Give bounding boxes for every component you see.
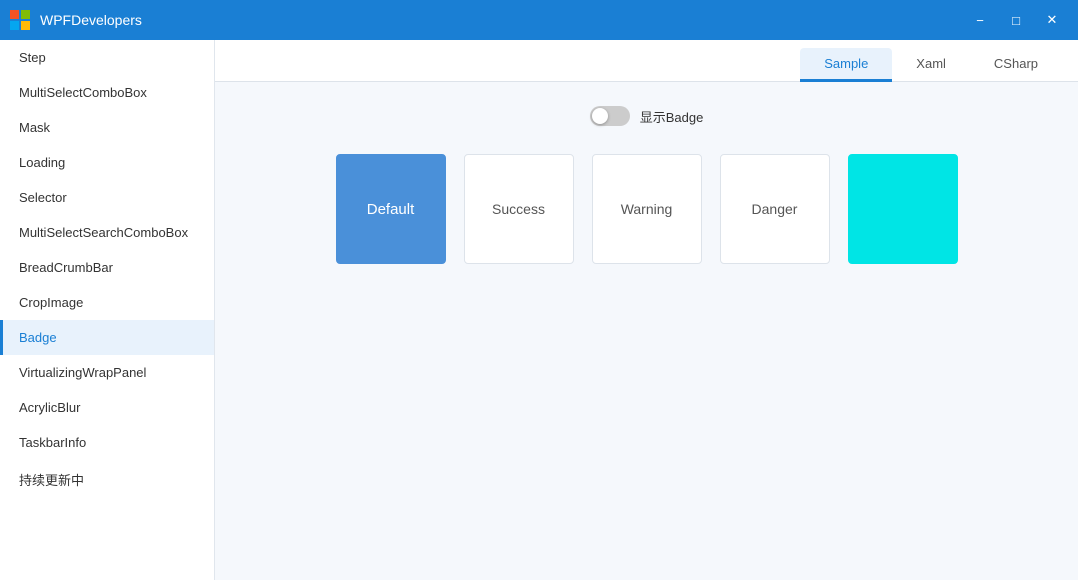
maximize-button[interactable]: □ (998, 5, 1034, 35)
badge-card-cyan[interactable] (848, 154, 958, 264)
sidebar-item-acrylicblur[interactable]: AcrylicBlur (0, 390, 214, 425)
sidebar-item-multiselect-combobox[interactable]: MultiSelectComboBox (0, 75, 214, 110)
toggle-label: 显示Badge (640, 107, 704, 126)
badge-card-warning[interactable]: Warning (592, 154, 702, 264)
sidebar-item-multiselectsearchcombobox[interactable]: MultiSelectSearchComboBox (0, 215, 214, 250)
app-title: WPFDevelopers (40, 12, 142, 28)
sidebar-item-loading[interactable]: Loading (0, 145, 214, 180)
sidebar-item-cropimage[interactable]: CropImage (0, 285, 214, 320)
toggle-row: 显示Badge (247, 106, 1046, 126)
sidebar-item-badge[interactable]: Badge (0, 320, 214, 355)
sample-content: 显示Badge DefaultSuccessWarningDanger (215, 82, 1078, 580)
badge-card-danger[interactable]: Danger (720, 154, 830, 264)
sidebar-item-step[interactable]: Step (0, 40, 214, 75)
badge-card-default[interactable]: Default (336, 154, 446, 264)
tab-csharp[interactable]: CSharp (970, 48, 1062, 82)
tab-sample[interactable]: Sample (800, 48, 892, 82)
cards-row: DefaultSuccessWarningDanger (247, 154, 1046, 264)
toggle-knob (592, 108, 608, 124)
sidebar-item-updating[interactable]: 持续更新中 (0, 460, 214, 499)
main-layout: StepMultiSelectComboBoxMaskLoadingSelect… (0, 40, 1078, 580)
sidebar-item-selector[interactable]: Selector (0, 180, 214, 215)
badge-card-success[interactable]: Success (464, 154, 574, 264)
title-bar-controls: − □ ✕ (962, 5, 1070, 35)
title-bar: WPFDevelopers − □ ✕ (0, 0, 1078, 40)
sidebar-item-taskbarinfo[interactable]: TaskbarInfo (0, 425, 214, 460)
title-bar-left: WPFDevelopers (8, 8, 142, 32)
content-area: SampleXamlCSharp 显示Badge DefaultSuccessW… (215, 40, 1078, 580)
sidebar-item-mask[interactable]: Mask (0, 110, 214, 145)
tabs-bar: SampleXamlCSharp (215, 40, 1078, 82)
minimize-button[interactable]: − (962, 5, 998, 35)
app-logo-icon (8, 8, 32, 32)
sidebar-item-breadcrumbbar[interactable]: BreadCrumbBar (0, 250, 214, 285)
tab-xaml[interactable]: Xaml (892, 48, 970, 82)
sidebar-item-virtualizingwrappanel[interactable]: VirtualizingWrapPanel (0, 355, 214, 390)
sidebar: StepMultiSelectComboBoxMaskLoadingSelect… (0, 40, 215, 580)
show-badge-toggle[interactable] (590, 106, 630, 126)
close-button[interactable]: ✕ (1034, 5, 1070, 35)
